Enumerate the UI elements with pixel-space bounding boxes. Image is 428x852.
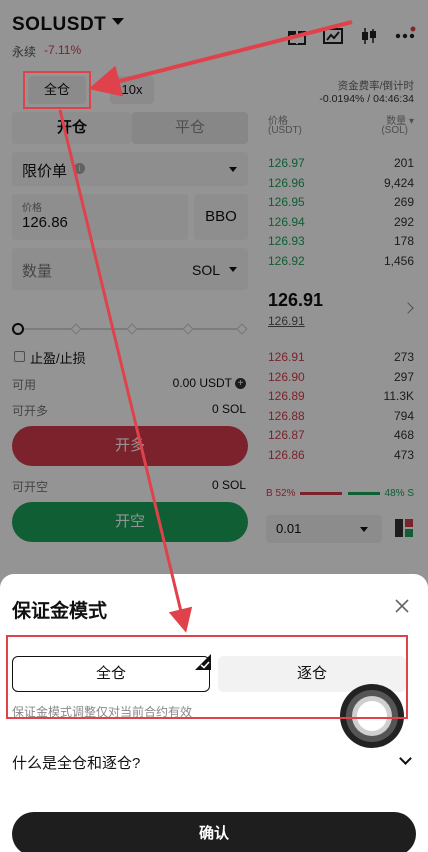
faq-toggle[interactable]: 什么是全仓和逐仓? — [12, 752, 140, 773]
confirm-button[interactable]: 确认 — [12, 812, 416, 852]
close-icon[interactable] — [394, 598, 410, 614]
sheet-title: 保证金模式 — [12, 601, 108, 622]
highlight-box — [23, 71, 91, 109]
highlight-box — [6, 635, 408, 719]
